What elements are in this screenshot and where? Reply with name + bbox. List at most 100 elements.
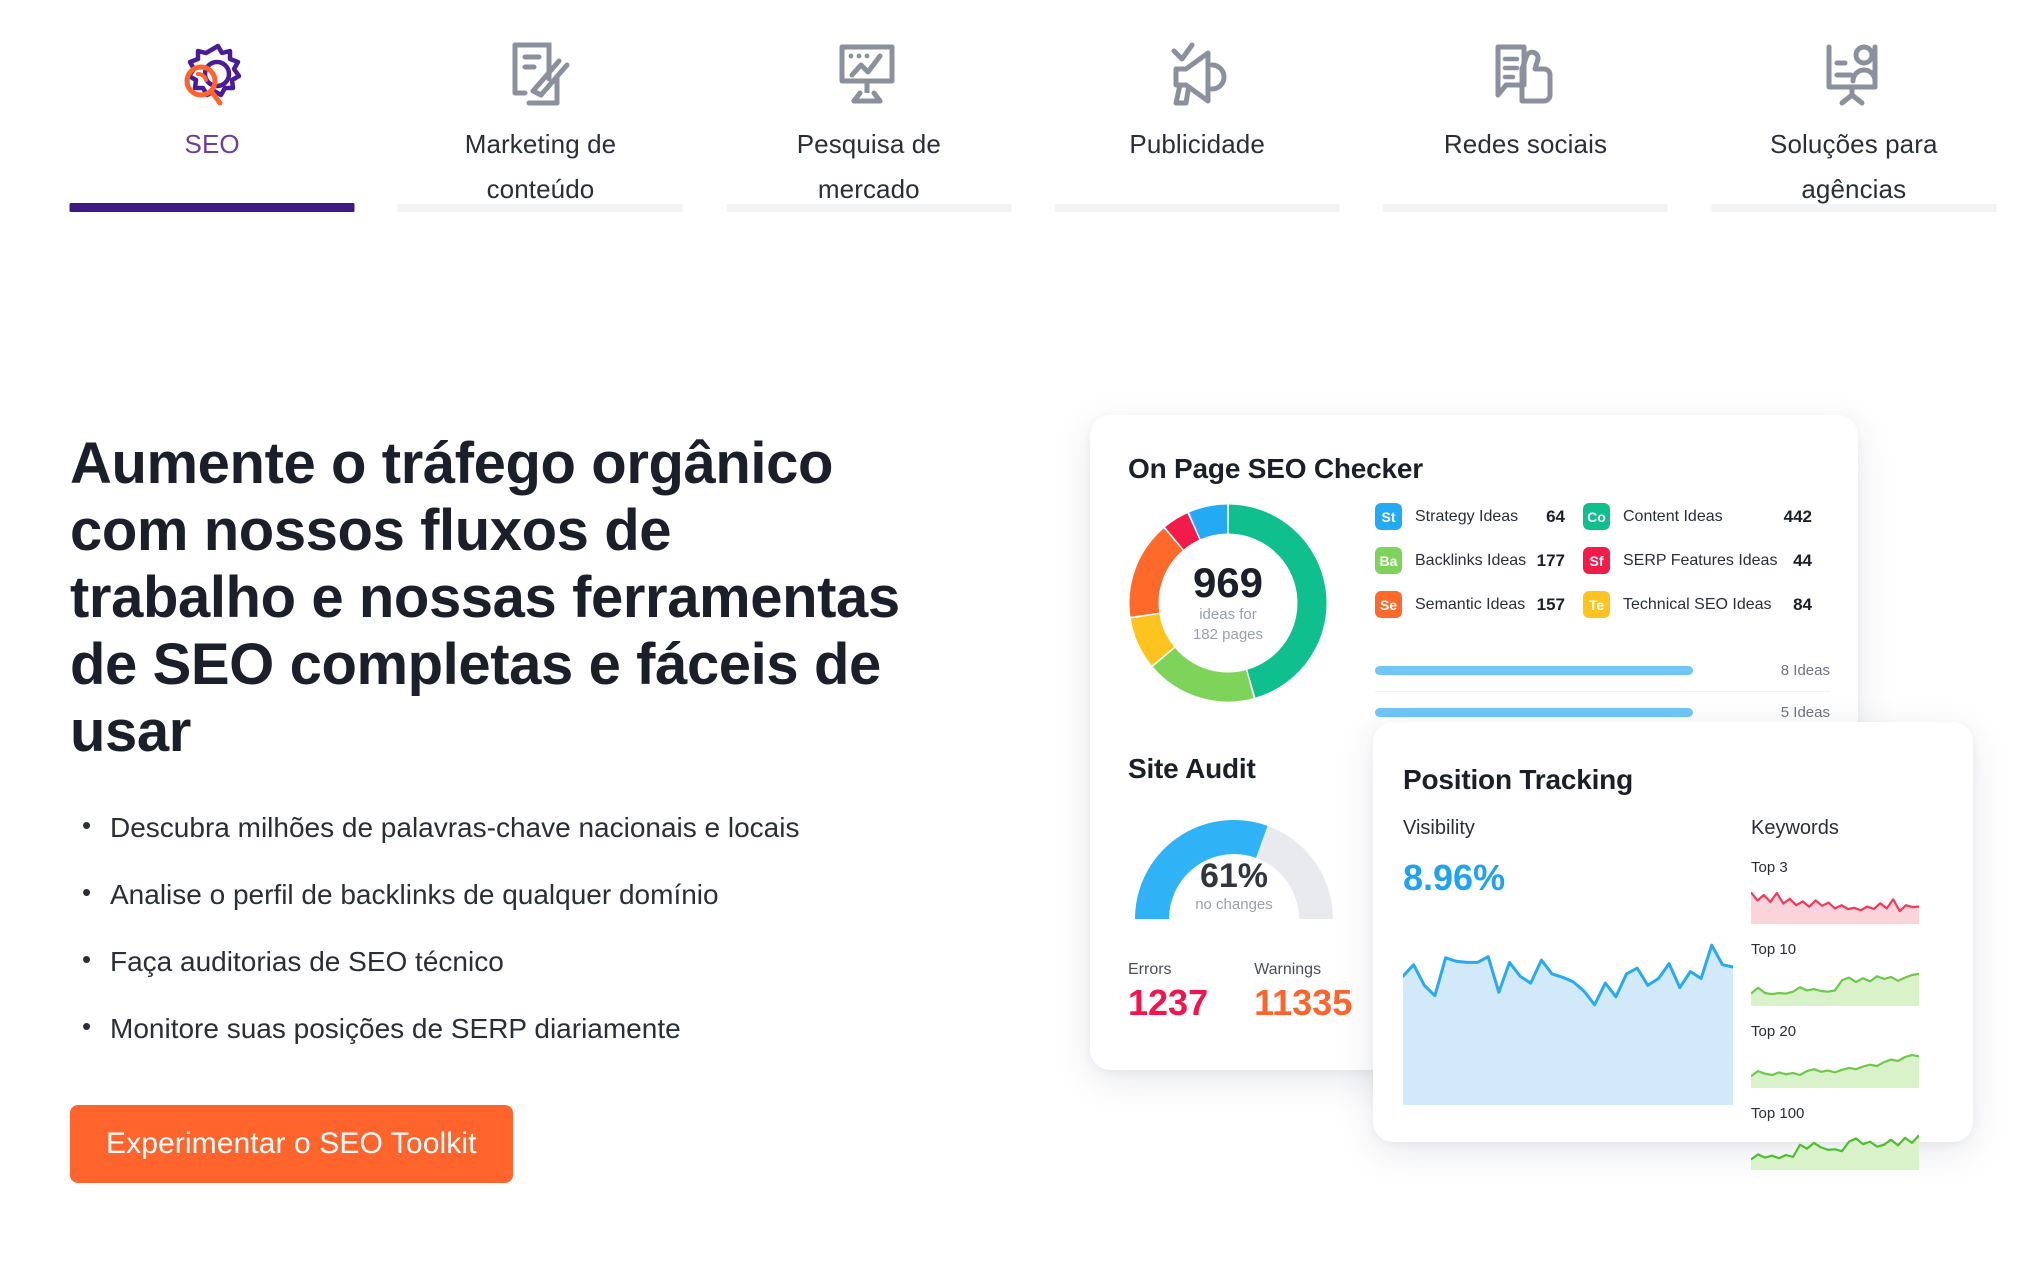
- list-item: Faça auditorias de SEO técnico: [70, 939, 860, 982]
- bar-track: [1375, 666, 1736, 675]
- position-tracking-card: Position Tracking Visibility 8.96% Keywo…: [1373, 722, 1973, 1170]
- legend-item: Sf SERP Features Ideas 44: [1583, 547, 1830, 574]
- legend-label: Strategy Ideas: [1415, 507, 1519, 525]
- health-score: 61%: [1199, 857, 1269, 895]
- tab-underline: [397, 204, 683, 212]
- ideas-legend: St Strategy Ideas 64 Co Content Ideas 442 Ba Ba…: [1375, 503, 1830, 618]
- list-item: Descubra milhões de palavras-chave nacio…: [70, 805, 860, 848]
- tab-pesquisa-de-mercado[interactable]: Pesquisa de mercado: [705, 26, 1033, 212]
- keyword-sparkline: Top 100: [1751, 1102, 1936, 1170]
- ideas-total: 969: [1192, 559, 1264, 606]
- tab-underline: [1054, 204, 1340, 212]
- legend-badge-icon: Se: [1375, 591, 1402, 618]
- site-audit-stats: Errors 1237 Warnings 11335: [1128, 959, 1388, 1025]
- tab-redes-sociais[interactable]: Redes sociais: [1361, 26, 1689, 212]
- tab-underline: [1382, 204, 1668, 212]
- visibility-label: Visibility: [1403, 817, 1475, 839]
- visibility-value: 8.96%: [1403, 857, 1506, 898]
- visibility-area-chart: [1403, 943, 1733, 1105]
- keywords-block: Keywords Top 3 Top 10 Top 20 Top 100: [1751, 814, 1936, 1170]
- tab-underline: [726, 204, 1012, 212]
- keyword-sparkline: Top 20: [1751, 1020, 1936, 1088]
- tab-label: Marketing de conteúdo: [464, 129, 617, 204]
- sparkline-svg: [1751, 1134, 1919, 1170]
- tab-marketing-de-conte-do[interactable]: Marketing de conteúdo: [376, 26, 704, 212]
- legend-item: Se Semantic Ideas 157: [1375, 591, 1583, 618]
- bar-track: [1375, 708, 1736, 717]
- ideas-donut-chart: 969 ideas for 182 pages: [1128, 503, 1328, 703]
- document-pencil-icon: [505, 26, 575, 122]
- product-tabs: SEO Marketing de conteúdo Pesquisa de me…: [0, 0, 2020, 305]
- tab-label: Pesquisa de mercado: [796, 129, 941, 204]
- audit-stat: Warnings 11335: [1254, 959, 1352, 1025]
- tab-label: Redes sociais: [1443, 129, 1608, 159]
- legend-item: St Strategy Ideas 64: [1375, 503, 1583, 530]
- stat-value: 1237: [1128, 982, 1209, 1023]
- presentation-person-icon: [1817, 26, 1891, 122]
- donut-center-label: 969 ideas for 182 pages: [1128, 503, 1328, 703]
- legend-badge-icon: St: [1375, 503, 1402, 530]
- legend-value: 442: [1783, 506, 1812, 526]
- sparkline-svg: [1751, 1054, 1919, 1088]
- legend-value: 44: [1793, 550, 1812, 570]
- sparkline-label: Top 20: [1751, 1023, 1797, 1040]
- tab-publicidade[interactable]: Publicidade: [1033, 26, 1361, 212]
- legend-label: SERP Features Ideas: [1623, 551, 1778, 569]
- site-audit-title: Site Audit: [1128, 753, 1256, 784]
- feature-list: Descubra milhões de palavras-chave nacio…: [70, 805, 910, 1049]
- legend-badge-icon: Sf: [1583, 547, 1610, 574]
- stat-label: Warnings: [1254, 961, 1322, 978]
- sparkline-label: Top 100: [1751, 1105, 1805, 1122]
- ideas-sub-line-2: 182 pages: [1192, 626, 1264, 643]
- monitor-chart-icon: [832, 26, 906, 122]
- legend-label: Content Ideas: [1623, 507, 1723, 525]
- legend-label: Semantic Ideas: [1415, 595, 1526, 613]
- legend-label: Backlinks Ideas: [1415, 551, 1527, 569]
- legend-badge-icon: Co: [1583, 503, 1610, 530]
- tab-seo[interactable]: SEO: [48, 26, 376, 212]
- keyword-sparkline: Top 10: [1751, 938, 1936, 1006]
- sparkline-label: Top 3: [1751, 859, 1788, 876]
- tab-label: Publicidade: [1129, 129, 1265, 159]
- tab-label: Soluções para agências: [1770, 129, 1938, 204]
- visibility-block: Visibility 8.96%: [1403, 814, 1733, 1170]
- stat-label: Errors: [1128, 961, 1172, 978]
- keywords-label: Keywords: [1751, 817, 1839, 839]
- hero-content: Aumente o tráfego orgânico com nossos fl…: [70, 430, 910, 1183]
- list-item: Analise o perfil de backlinks de qualque…: [70, 872, 860, 915]
- gauge-center-label: 61% no changes: [1134, 857, 1334, 929]
- try-seo-toolkit-button[interactable]: Experimentar o SEO Toolkit: [70, 1105, 513, 1183]
- dashboard-preview: On Page SEO Checker 969 ideas for 182 pa…: [1090, 415, 1990, 1175]
- legend-badge-icon: Te: [1583, 591, 1610, 618]
- page-title: Aumente o tráfego orgânico com nossos fl…: [70, 431, 900, 764]
- site-audit-gauge: 61% no changes: [1134, 811, 1334, 929]
- site-audit-section: Site Audit 61% no changes Errors 1237 Warn…: [1128, 753, 1388, 1025]
- legend-value: 157: [1536, 594, 1565, 614]
- position-tracking-title: Position Tracking: [1403, 764, 1633, 795]
- tab-label: SEO: [184, 129, 240, 159]
- position-tracking-body: Position Tracking Visibility 8.96% Keywo…: [1403, 764, 1943, 1170]
- on-page-seo-checker-title: On Page SEO Checker: [1128, 453, 1423, 484]
- legend-item: Ba Backlinks Ideas 177: [1375, 547, 1583, 574]
- legend-item: Co Content Ideas 442: [1583, 503, 1830, 530]
- tab-solu-es-para-ag-ncias[interactable]: Soluções para agências: [1690, 26, 2018, 212]
- bar-label: 5 Ideas: [1780, 704, 1830, 721]
- health-change: no changes: [1195, 896, 1273, 913]
- ideas-sub-line-1: ideas for: [1199, 606, 1257, 623]
- visibility-area: [1403, 945, 1733, 1105]
- sparkline-svg: [1751, 891, 1919, 924]
- sparkline-svg: [1751, 972, 1919, 1006]
- legend-value: 84: [1793, 594, 1812, 614]
- megaphone-check-icon: [1160, 26, 1234, 122]
- list-item: Monitore suas posições de SERP diariamen…: [70, 1006, 860, 1049]
- legend-item: Te Technical SEO Ideas 84: [1583, 591, 1830, 618]
- sparkline-label: Top 10: [1751, 941, 1797, 958]
- tab-underline: [69, 203, 355, 212]
- legend-badge-icon: Ba: [1375, 547, 1402, 574]
- seo-gear-magnifier-icon: [174, 26, 250, 122]
- idea-bar-row: 8 Ideas: [1375, 650, 1830, 692]
- legend-label: Technical SEO Ideas: [1623, 595, 1772, 613]
- stat-value: 11335: [1254, 982, 1353, 1023]
- legend-value: 64: [1546, 506, 1565, 526]
- bar-label: 8 Ideas: [1780, 662, 1830, 679]
